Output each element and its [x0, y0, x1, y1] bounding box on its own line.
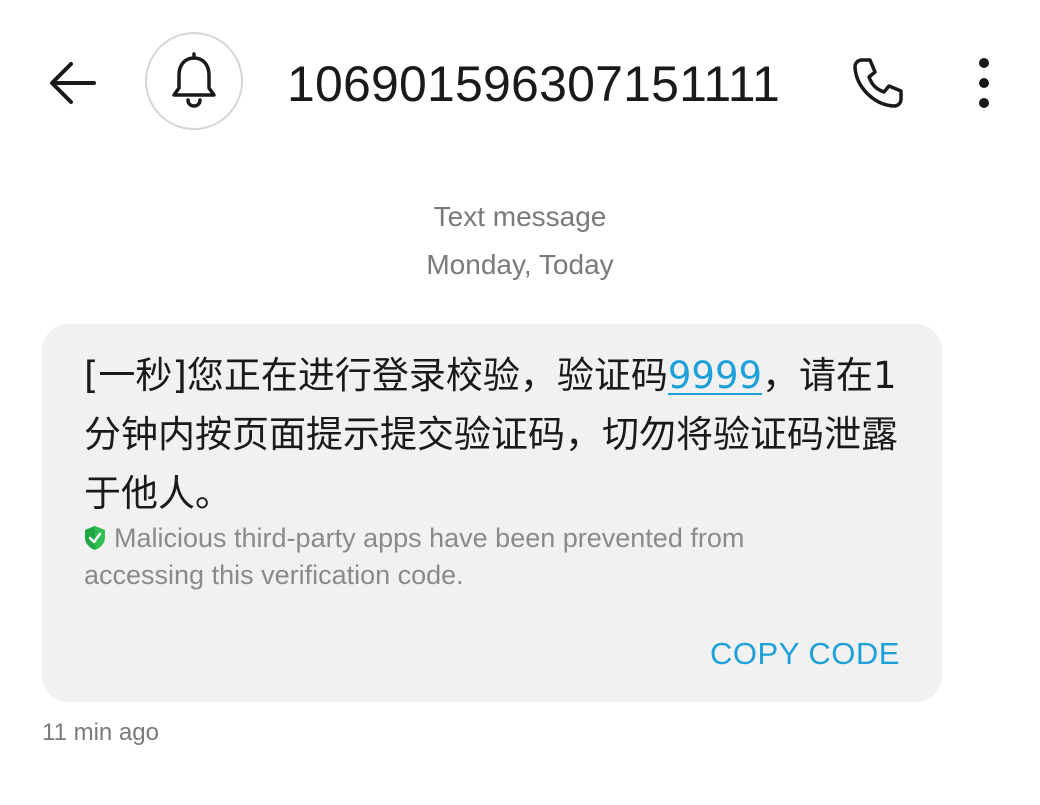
notification-toggle-button[interactable]: [145, 32, 243, 130]
call-button[interactable]: [842, 48, 912, 118]
message-type-label: Text message: [433, 201, 607, 232]
phone-icon: [853, 58, 903, 108]
message-date-label: Monday, Today: [426, 249, 614, 280]
message-text-before-code: [一秒]您正在进行登录校验，验证码: [84, 354, 668, 397]
more-vertical-icon: [979, 58, 989, 108]
back-button[interactable]: [38, 48, 108, 118]
more-options-button[interactable]: [958, 48, 1010, 118]
security-note: Malicious third-party apps have been pre…: [84, 520, 844, 594]
message-body: [一秒]您正在进行登录校验，验证码9999，请在1分钟内按页面提示提交验证码，切…: [84, 346, 914, 523]
contact-number[interactable]: 106901596307151111: [287, 52, 780, 116]
shield-check-icon: [85, 526, 105, 550]
message-timestamp: 11 min ago: [42, 719, 159, 746]
verification-code-link[interactable]: 9999: [668, 354, 762, 397]
arrow-left-icon: [50, 62, 96, 104]
bell-icon: [172, 52, 216, 108]
security-note-text: Malicious third-party apps have been pre…: [84, 523, 745, 590]
copy-code-button[interactable]: COPY CODE: [710, 634, 900, 674]
message-bubble[interactable]: [一秒]您正在进行登录校验，验证码9999，请在1分钟内按页面提示提交验证码，切…: [42, 324, 942, 702]
conversation-header: 106901596307151111: [0, 0, 1040, 170]
